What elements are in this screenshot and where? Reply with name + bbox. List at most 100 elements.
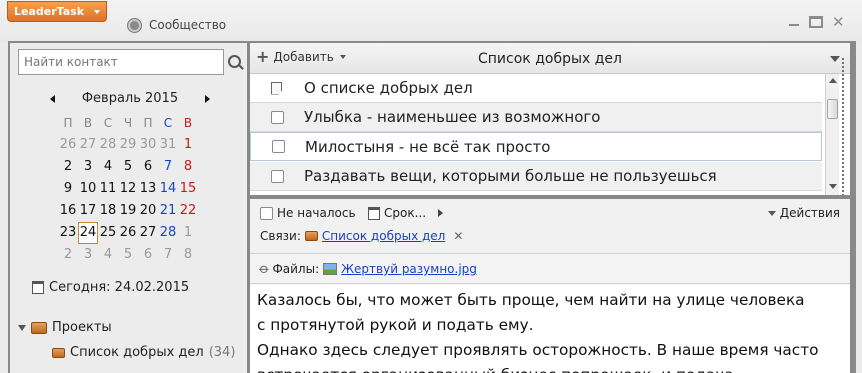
calendar-day[interactable]: 2: [58, 156, 78, 178]
task-list-scrollbar[interactable]: [825, 74, 839, 195]
minimize-button[interactable]: [787, 16, 801, 28]
list-title: Список добрых дел: [478, 51, 622, 67]
links-label: Связи:: [260, 229, 301, 243]
calendar-day[interactable]: 5: [118, 244, 138, 266]
today-link[interactable]: Сегодня: 24.02.2015: [32, 280, 189, 295]
calendar-day[interactable]: 30: [138, 134, 158, 156]
weekday-header: С: [163, 116, 173, 130]
close-button[interactable]: ✕: [832, 15, 846, 30]
weekday-header: С: [103, 116, 113, 130]
app-menu-button[interactable]: LeaderTask: [7, 1, 107, 22]
calendar-day[interactable]: 8: [178, 156, 198, 178]
calendar-day[interactable]: 4: [98, 156, 118, 178]
file-link[interactable]: Жертвуй разумно.jpg: [341, 262, 477, 276]
task-text: О списке добрых дел: [304, 79, 473, 97]
calendar-day[interactable]: 28: [98, 134, 118, 156]
note-body[interactable]: Казалось бы, что может быть проще, чем н…: [250, 285, 850, 373]
calendar-day[interactable]: 1: [178, 134, 198, 156]
task-text: Милостыня - не всё так просто: [305, 137, 551, 156]
deadline-button[interactable]: Срок...: [368, 206, 444, 220]
task-text: Улыбка - наименьшее из возможного: [304, 108, 601, 126]
calendar-day[interactable]: 21: [158, 200, 178, 222]
calendar-day[interactable]: 28: [158, 222, 178, 244]
calendar-day[interactable]: 16: [58, 200, 78, 222]
task-row-selected[interactable]: Милостыня - не всё так просто: [250, 132, 822, 161]
scroll-down-icon[interactable]: [829, 184, 837, 189]
project-item[interactable]: Список добрых дел (34): [52, 345, 235, 360]
task-checkbox[interactable]: [271, 110, 284, 124]
briefcase-icon: [31, 321, 47, 334]
calendar-day[interactable]: 3: [78, 156, 98, 178]
calendar-day[interactable]: 14: [158, 178, 178, 200]
calendar-day[interactable]: 22: [178, 200, 198, 222]
calendar-day[interactable]: 5: [118, 156, 138, 178]
calendar-day[interactable]: 27: [78, 134, 98, 156]
calendar-day[interactable]: 7: [158, 244, 178, 266]
calendar-day[interactable]: 15: [178, 178, 198, 200]
scroll-up-icon[interactable]: [829, 78, 837, 83]
calendar-day[interactable]: 8: [178, 244, 198, 266]
calendar-day[interactable]: 24: [78, 222, 98, 244]
actions-label: Действия: [779, 206, 840, 220]
image-file-icon: [323, 263, 338, 275]
maximize-button[interactable]: [809, 16, 823, 28]
calendar-grid: П В С Ч П С В 26 27 28 29 30 31 1 2 3 4 5 6 7 8 9 10 11 12 13 14 15…: [58, 112, 198, 266]
calendar-day[interactable]: 27: [138, 222, 158, 244]
calendar-day[interactable]: 18: [98, 200, 118, 222]
note-icon: [271, 81, 282, 95]
remove-link-icon[interactable]: ✕: [453, 229, 463, 243]
task-checkbox[interactable]: [271, 169, 284, 183]
status-checkbox[interactable]: [260, 206, 273, 220]
calendar-day[interactable]: 1: [178, 222, 198, 244]
calendar-day[interactable]: 29: [118, 134, 138, 156]
calendar-day[interactable]: 19: [118, 200, 138, 222]
calendar-day[interactable]: 7: [158, 156, 178, 178]
search-icon[interactable]: [228, 55, 241, 68]
calendar-day[interactable]: 9: [58, 178, 78, 200]
body-line: с протянутой рукой и подать ему.: [257, 316, 534, 334]
search-input[interactable]: [19, 50, 223, 74]
paperclip-icon: ⌀: [255, 260, 273, 278]
scroll-thumb[interactable]: [827, 99, 838, 119]
calendar-day[interactable]: 10: [78, 178, 98, 200]
status-toggle[interactable]: Не началось: [260, 206, 356, 220]
calendar-day[interactable]: 3: [78, 244, 98, 266]
calendar-day[interactable]: 2: [58, 244, 78, 266]
calendar-day[interactable]: 31: [158, 134, 178, 156]
next-month-icon[interactable]: [205, 95, 210, 103]
app-menu-label: LeaderTask: [14, 5, 85, 18]
briefcase-icon: [52, 347, 65, 358]
task-row[interactable]: Раздавать вещи, которыми больше не польз…: [250, 162, 822, 191]
calendar-day[interactable]: 26: [118, 222, 138, 244]
calendar-day[interactable]: 20: [138, 200, 158, 222]
weekday-header: П: [63, 116, 73, 130]
calendar-day[interactable]: 12: [118, 178, 138, 200]
calendar-day[interactable]: 17: [78, 200, 98, 222]
chevron-down-icon: [94, 10, 100, 14]
task-row[interactable]: О списке добрых дел: [250, 74, 822, 103]
calendar-day[interactable]: 23: [58, 222, 78, 244]
contact-search: [18, 49, 224, 75]
calendar-day[interactable]: 6: [138, 244, 158, 266]
calendar-day[interactable]: 11: [98, 178, 118, 200]
projects-label: Проекты: [52, 320, 112, 335]
projects-group[interactable]: Проекты: [18, 320, 112, 335]
link-project[interactable]: Список добрых дел: [322, 229, 445, 243]
weekday-header: Ч: [123, 116, 133, 130]
calendar-day[interactable]: 6: [138, 156, 158, 178]
community-link[interactable]: Сообщество: [128, 16, 226, 34]
task-detail-panel: Не началось Срок... Действия Связи: Спис…: [250, 199, 850, 373]
project-count: (34): [208, 345, 236, 360]
task-checkbox[interactable]: [272, 140, 285, 153]
calendar-day[interactable]: 4: [98, 244, 118, 266]
calendar-day[interactable]: 13: [138, 178, 158, 200]
resize-grip-icon[interactable]: [841, 57, 846, 195]
expand-triangle-icon[interactable]: [18, 324, 26, 331]
list-menu-icon[interactable]: [830, 56, 840, 62]
calendar-day[interactable]: 25: [98, 222, 118, 244]
status-label: Не началось: [277, 206, 356, 220]
chevron-down-icon: [767, 210, 776, 216]
actions-menu[interactable]: Действия: [767, 206, 840, 220]
task-row[interactable]: Улыбка - наименьшее из возможного: [250, 103, 822, 132]
calendar-day[interactable]: 26: [58, 134, 78, 156]
